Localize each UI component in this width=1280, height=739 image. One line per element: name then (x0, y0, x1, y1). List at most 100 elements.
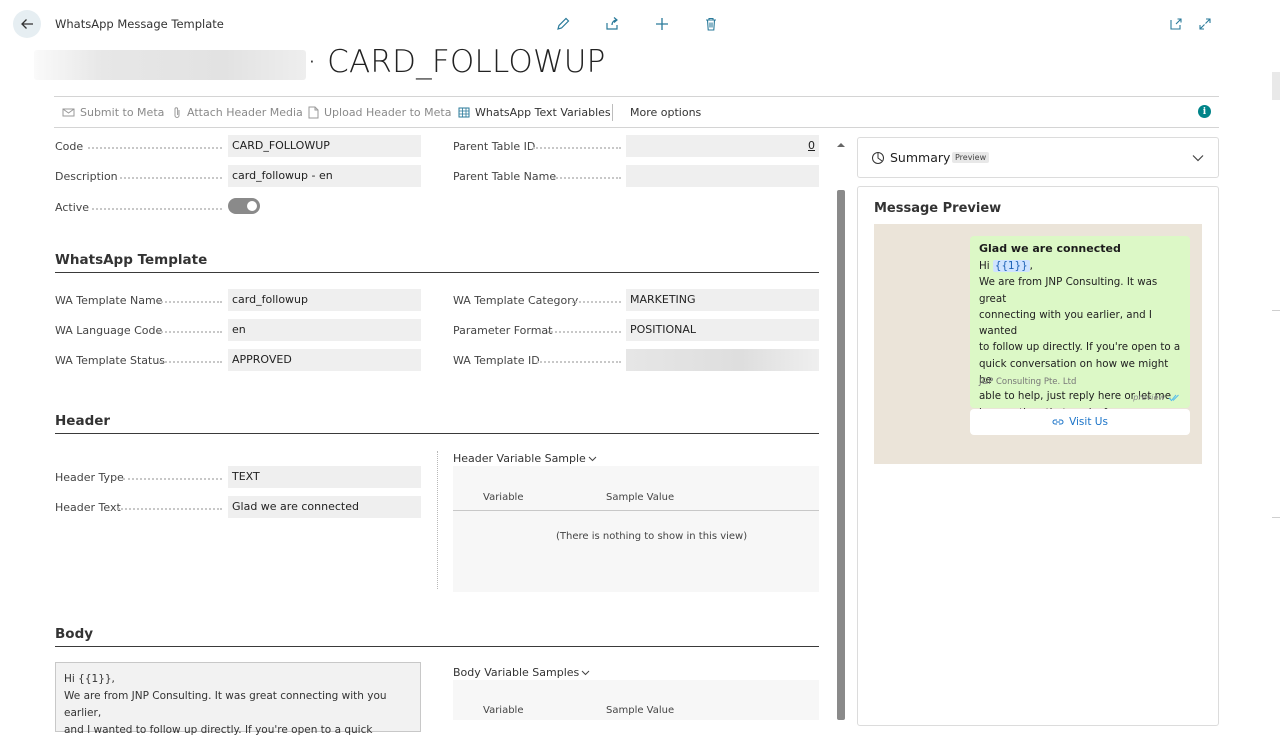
attach-header-media-button[interactable]: Attach Header Media (172, 97, 303, 128)
header-variable-grid (453, 466, 819, 592)
leader-dots (572, 301, 621, 303)
summary-factbox[interactable]: Summary Preview (857, 137, 1219, 178)
open-in-new-icon (1170, 18, 1182, 30)
wa-language-code-label: WA Language Code (55, 324, 163, 337)
expand-icon (1199, 18, 1211, 30)
arrow-left-icon (21, 19, 33, 29)
grid-caption: Body Variable Samples (453, 666, 580, 679)
message-preview-title: Message Preview (874, 201, 1002, 216)
back-button[interactable] (13, 10, 41, 38)
body-text-line: We are from JNP Consulting. It was great… (64, 690, 387, 719)
parent-table-id-field[interactable]: 0 (626, 135, 819, 157)
column-header-sample-value[interactable]: Sample Value (606, 492, 674, 503)
body-text-line: Hi {{1}}, (64, 673, 115, 685)
wa-template-id-field-redacted[interactable] (626, 349, 819, 371)
empty-grid-message: (There is nothing to show in this view) (556, 531, 748, 542)
wa-template-name-field[interactable]: card_followup (228, 289, 421, 311)
action-label: Attach Header Media (187, 106, 303, 119)
column-header-variable[interactable]: Variable (483, 705, 524, 716)
expand-button[interactable] (1196, 15, 1214, 33)
summary-icon (872, 152, 884, 164)
action-label: Submit to Meta (80, 106, 165, 119)
scrollbar-thumb[interactable] (837, 190, 845, 720)
parameter-format-label: Parameter Format (453, 324, 553, 337)
more-options-button[interactable]: More options (630, 97, 701, 128)
pencil-icon (557, 17, 570, 30)
wa-language-code-field[interactable]: en (228, 319, 421, 341)
bubble-meta: preview (1133, 393, 1181, 402)
description-field[interactable]: card_followup - en (228, 165, 421, 187)
link-icon (1052, 419, 1064, 425)
header-text-field[interactable]: Glad we are connected (228, 496, 421, 518)
action-bar: Submit to Meta Attach Header Media Uploa… (54, 96, 1219, 128)
document-icon (308, 106, 319, 119)
leader-dots (537, 361, 621, 363)
edit-button[interactable] (554, 15, 572, 33)
wa-template-status-field[interactable]: APPROVED (228, 349, 421, 371)
plus-icon (656, 18, 668, 30)
description-label: Description (55, 170, 118, 183)
bubble-body-line: We are from JNP Consulting. It was great (979, 276, 1158, 305)
action-separator (612, 104, 613, 121)
share-button[interactable] (603, 15, 621, 33)
leader-dots (533, 147, 621, 149)
body-variable-samples-toggle[interactable]: Body Variable Samples (453, 666, 590, 679)
action-label: Upload Header to Meta (324, 106, 452, 119)
scroll-up-arrow-icon[interactable] (834, 140, 848, 150)
cta-label: Visit Us (1069, 416, 1108, 428)
leader-dots (158, 361, 222, 363)
header-type-field[interactable]: TEXT (228, 466, 421, 488)
bubble-body-line: to follow up directly. If you're open to… (979, 341, 1181, 354)
trash-icon (706, 17, 716, 31)
submit-to-meta-button[interactable]: Submit to Meta (62, 97, 164, 128)
body-text-area[interactable]: Hi {{1}}, We are from JNP Consulting. It… (55, 662, 421, 736)
section-body-title[interactable]: Body (55, 626, 93, 642)
delete-button[interactable] (702, 15, 720, 33)
section-divider (55, 646, 819, 647)
share-icon (606, 17, 618, 30)
wa-template-name-label: WA Template Name (55, 294, 163, 307)
leader-dots (120, 177, 222, 179)
bubble-meta-text: preview (1133, 393, 1165, 402)
chevron-down-icon (588, 456, 597, 461)
new-button[interactable] (653, 15, 671, 33)
message-bubble: Glad we are connected Hi {{1}}, We are f… (970, 236, 1190, 419)
parameter-format-field[interactable]: POSITIONAL (626, 319, 819, 341)
record-name-redacted (34, 50, 306, 80)
leader-dots (123, 478, 222, 480)
visit-us-button[interactable]: Visit Us (970, 409, 1190, 435)
column-divider (437, 451, 438, 589)
code-field[interactable]: CARD_FOLLOWUP (228, 135, 421, 157)
greeting-suffix: , (1029, 260, 1033, 272)
page-name: WhatsApp Message Template (55, 17, 224, 31)
parent-table-name-field[interactable] (626, 165, 819, 187)
header-type-label: Header Type (55, 471, 124, 484)
summary-title: Summary (890, 150, 951, 165)
double-check-icon (1168, 394, 1179, 401)
section-whatsapp-template-title[interactable]: WhatsApp Template (55, 252, 207, 268)
preview-badge: Preview (952, 152, 990, 163)
wa-template-category-field[interactable]: MARKETING (626, 289, 819, 311)
column-header-sample-value[interactable]: Sample Value (606, 705, 674, 716)
active-toggle[interactable] (228, 198, 260, 214)
bubble-footer: J&P Consulting Pte. Ltd (979, 377, 1077, 387)
bubble-greeting: Hi {{1}}, (979, 258, 1181, 274)
leader-dots (88, 147, 222, 149)
action-label: WhatsApp Text Variables (475, 106, 611, 119)
section-divider (55, 272, 819, 273)
header-text-label: Header Text (55, 501, 121, 514)
info-icon[interactable]: i (1198, 105, 1211, 118)
header-variable-sample-toggle[interactable]: Header Variable Sample (453, 452, 597, 465)
parent-table-id-label: Parent Table ID (453, 140, 536, 153)
send-icon (62, 108, 75, 117)
section-header-title[interactable]: Header (55, 413, 110, 429)
upload-header-to-meta-button[interactable]: Upload Header to Meta (308, 97, 451, 128)
leader-dots (158, 331, 222, 333)
column-header-variable[interactable]: Variable (483, 492, 524, 503)
bubble-body-line: connecting with you earlier, and I wante… (979, 308, 1152, 338)
open-new-window-button[interactable] (1167, 15, 1185, 33)
leader-dots (92, 208, 222, 210)
whatsapp-text-variables-button[interactable]: WhatsApp Text Variables (458, 97, 611, 128)
greeting-prefix: Hi (979, 260, 990, 272)
grid-caption: Header Variable Sample (453, 452, 586, 465)
